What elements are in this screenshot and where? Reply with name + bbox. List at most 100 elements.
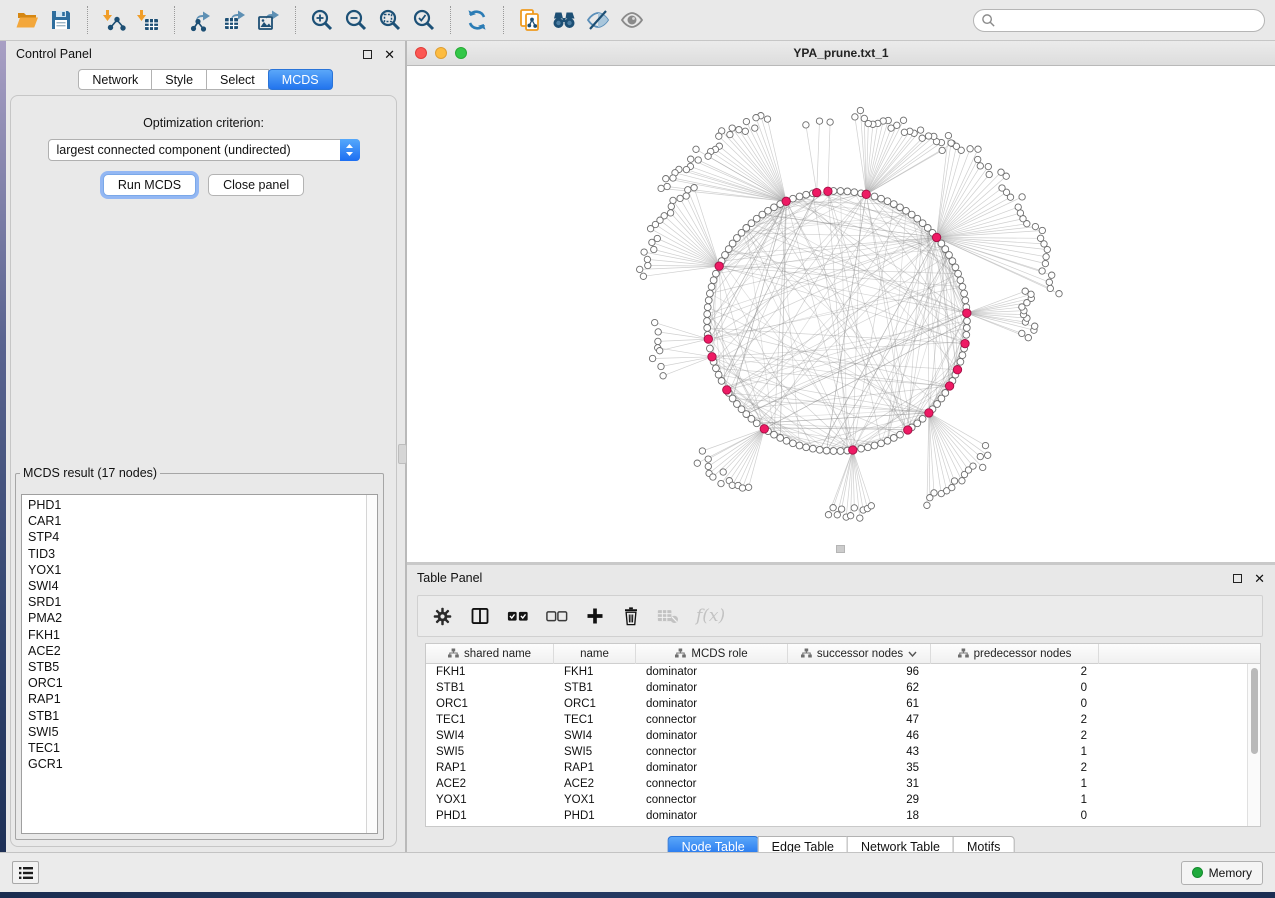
graph-node[interactable] — [1019, 330, 1025, 336]
graph-node[interactable] — [857, 515, 863, 521]
graph-node[interactable] — [1037, 235, 1043, 241]
graph-node[interactable] — [707, 345, 714, 352]
graph-node[interactable] — [705, 297, 712, 304]
graph-node[interactable] — [667, 210, 673, 216]
tab-style[interactable]: Style — [151, 69, 207, 90]
graph-node[interactable] — [710, 277, 717, 284]
graph-node[interactable] — [982, 442, 988, 448]
graph-node[interactable] — [857, 107, 863, 113]
graph-node[interactable] — [1039, 227, 1045, 233]
graph-node[interactable] — [959, 283, 966, 290]
graph-node[interactable] — [708, 283, 715, 290]
graph-node[interactable] — [664, 183, 670, 189]
graph-node[interactable] — [704, 318, 711, 325]
graph-node[interactable] — [707, 290, 714, 297]
graph-node[interactable] — [704, 335, 712, 343]
graph-node[interactable] — [660, 373, 666, 379]
graph-node[interactable] — [685, 187, 691, 193]
network-graph[interactable] — [407, 66, 1275, 562]
graph-node[interactable] — [1047, 285, 1053, 291]
graph-node[interactable] — [830, 448, 837, 455]
graph-node[interactable] — [823, 447, 830, 454]
graph-node[interactable] — [658, 363, 664, 369]
graph-node[interactable] — [783, 437, 790, 444]
graph-node[interactable] — [723, 386, 731, 394]
graph-node[interactable] — [977, 163, 983, 169]
column-header-successor-nodes[interactable]: successor nodes — [788, 644, 931, 664]
graph-node[interactable] — [771, 431, 778, 438]
graph-node[interactable] — [718, 378, 725, 385]
list-item[interactable]: SRD1 — [28, 594, 366, 610]
graph-node[interactable] — [753, 420, 760, 427]
graph-node[interactable] — [663, 176, 669, 182]
graph-node[interactable] — [683, 166, 689, 172]
graph-node[interactable] — [704, 304, 711, 311]
canvas-splitter-handle[interactable] — [836, 545, 845, 553]
refresh-icon[interactable] — [462, 5, 492, 35]
graph-node[interactable] — [677, 195, 683, 201]
graph-node[interactable] — [871, 442, 878, 449]
graph-node[interactable] — [777, 435, 784, 442]
graph-node[interactable] — [862, 190, 870, 198]
graph-node[interactable] — [884, 198, 891, 205]
graph-node[interactable] — [752, 125, 758, 131]
export-image-icon[interactable] — [254, 5, 284, 35]
list-item[interactable]: GCR1 — [28, 756, 366, 772]
graph-node[interactable] — [951, 478, 957, 484]
graph-node[interactable] — [897, 204, 904, 211]
list-item[interactable]: YOX1 — [28, 562, 366, 578]
graph-node[interactable] — [649, 355, 655, 361]
graph-node[interactable] — [739, 485, 745, 491]
table-scrollbar-thumb[interactable] — [1251, 668, 1258, 754]
mcds-list-scrollbar[interactable] — [366, 495, 377, 833]
graph-node[interactable] — [865, 444, 872, 451]
table-row[interactable]: ACE2ACE2connector311 — [426, 776, 1260, 792]
network-from-selection-icon[interactable] — [515, 5, 545, 35]
graph-node[interactable] — [834, 512, 840, 518]
close-panel-icon[interactable]: ✕ — [1254, 574, 1265, 583]
table-row[interactable]: RAP1RAP1dominator352 — [426, 760, 1260, 776]
graph-node[interactable] — [1017, 210, 1023, 216]
graph-node[interactable] — [640, 273, 646, 279]
graph-node[interactable] — [959, 352, 966, 359]
graph-node[interactable] — [704, 311, 711, 318]
graph-node[interactable] — [919, 135, 925, 141]
graph-node[interactable] — [851, 189, 858, 196]
table-row[interactable]: ORC1ORC1dominator610 — [426, 696, 1260, 712]
table-row[interactable]: YOX1YOX1connector291 — [426, 792, 1260, 808]
graph-node[interactable] — [736, 127, 742, 133]
zoom-in-icon[interactable] — [307, 5, 337, 35]
graph-node[interactable] — [1043, 254, 1049, 260]
list-item[interactable]: SWI5 — [28, 724, 366, 740]
graph-node[interactable] — [655, 338, 661, 344]
graph-node[interactable] — [644, 256, 650, 262]
graph-node[interactable] — [668, 203, 674, 209]
graph-node[interactable] — [718, 480, 724, 486]
table-row[interactable]: PHD1PHD1dominator180 — [426, 808, 1260, 824]
graph-node[interactable] — [964, 318, 971, 325]
graph-node[interactable] — [955, 270, 962, 277]
graph-node[interactable] — [1025, 335, 1031, 341]
table-row[interactable]: SWI4SWI4dominator462 — [426, 728, 1260, 744]
graph-node[interactable] — [888, 125, 894, 131]
search-input[interactable] — [996, 12, 1257, 28]
graph-node[interactable] — [670, 175, 676, 181]
graph-node[interactable] — [975, 156, 981, 162]
graph-node[interactable] — [1049, 272, 1055, 278]
export-network-icon[interactable] — [186, 5, 216, 35]
graph-node[interactable] — [878, 440, 885, 447]
graph-node[interactable] — [963, 325, 970, 332]
graph-node[interactable] — [720, 469, 726, 475]
hide-selected-icon[interactable] — [583, 5, 613, 35]
graph-node[interactable] — [683, 193, 689, 199]
graph-node[interactable] — [948, 140, 954, 146]
graph-node[interactable] — [764, 116, 770, 122]
graph-node[interactable] — [722, 252, 729, 259]
graph-node[interactable] — [704, 325, 711, 332]
graph-node[interactable] — [658, 185, 664, 191]
graph-node[interactable] — [985, 163, 991, 169]
graph-node[interactable] — [710, 474, 716, 480]
graph-node[interactable] — [760, 425, 768, 433]
graph-node[interactable] — [963, 309, 971, 317]
graph-node[interactable] — [790, 440, 797, 447]
